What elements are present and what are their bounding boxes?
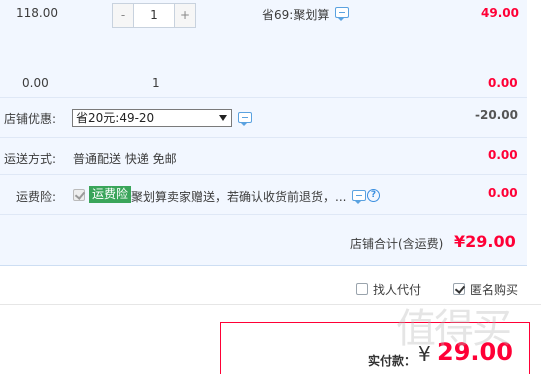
row-divider bbox=[0, 174, 527, 175]
insurance-amount: 0.00 bbox=[488, 186, 518, 200]
row-divider bbox=[0, 97, 527, 98]
proxy-pay-checkbox[interactable] bbox=[356, 283, 368, 295]
shop-discount-label: 店铺优惠: bbox=[4, 112, 57, 126]
shipping-method: 普通配送 快递 免邮 bbox=[73, 152, 177, 166]
help-icon[interactable]: ? bbox=[367, 189, 380, 202]
shop-total-amount: ¥29.00 bbox=[454, 232, 516, 251]
shop-discount-selected: 省20元:49-20 bbox=[76, 111, 155, 125]
row-divider bbox=[0, 214, 527, 215]
package-quantity: 1 bbox=[152, 76, 160, 90]
shop-total-label: 店铺合计(含运费) bbox=[350, 237, 444, 251]
item-unit-price: 118.00 bbox=[16, 6, 58, 20]
insurance-description: 聚划算卖家赠送，若确认收货前退货，... bbox=[131, 190, 347, 204]
anonymous-checkbox[interactable] bbox=[453, 283, 465, 295]
decrease-button[interactable]: - bbox=[113, 4, 134, 27]
shop-discount-select[interactable]: 省20元:49-20 bbox=[72, 109, 232, 127]
watermark-logo: 值得买 bbox=[396, 306, 512, 352]
shipping-label: 运送方式: bbox=[4, 152, 57, 166]
insurance-label: 运费险: bbox=[16, 190, 57, 204]
dropdown-arrow-icon bbox=[219, 115, 227, 121]
insurance-checkbox bbox=[73, 189, 85, 201]
payment-label: 实付款： bbox=[368, 354, 417, 368]
quantity-stepper[interactable]: - 1 + bbox=[112, 3, 196, 28]
increase-button[interactable]: + bbox=[174, 4, 195, 27]
item-subtotal: 49.00 bbox=[481, 6, 519, 20]
message-icon[interactable] bbox=[352, 190, 366, 204]
quantity-input[interactable]: 1 bbox=[134, 4, 174, 27]
item-promo: 省69:聚划算 bbox=[262, 8, 330, 22]
shipping-amount: 0.00 bbox=[488, 148, 518, 162]
row-divider bbox=[0, 137, 527, 138]
order-panel bbox=[0, 0, 527, 266]
message-icon[interactable] bbox=[335, 7, 349, 21]
package-subtotal: 0.00 bbox=[488, 76, 518, 90]
message-icon[interactable] bbox=[238, 112, 252, 126]
insurance-badge: 运费险 bbox=[89, 186, 132, 203]
package-price: 0.00 bbox=[22, 76, 49, 90]
shop-discount-amount: -20.00 bbox=[475, 108, 518, 122]
